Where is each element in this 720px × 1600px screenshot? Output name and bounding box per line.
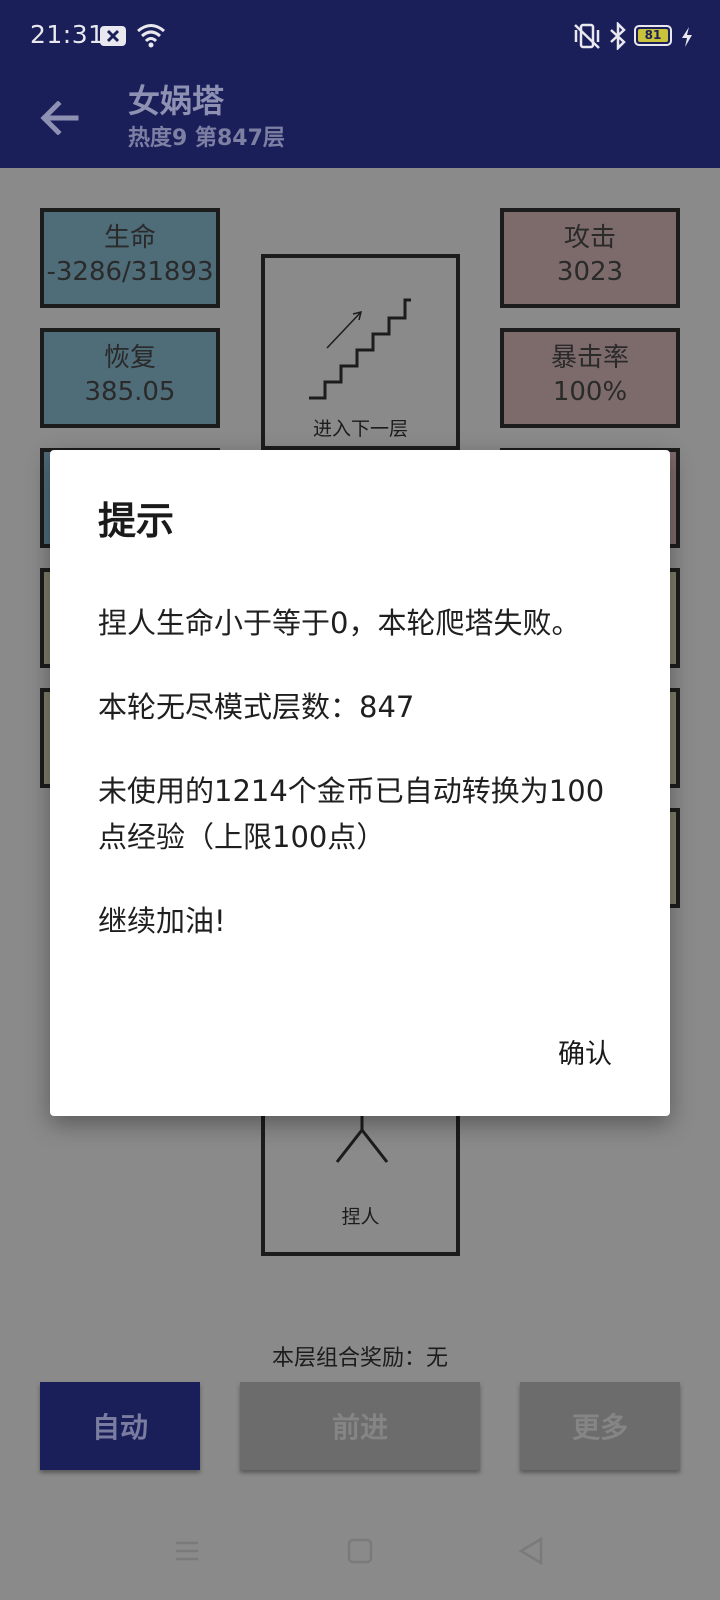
more-button[interactable]: 更多	[520, 1382, 680, 1470]
stat-crit-value: 100%	[552, 377, 628, 407]
stat-hp: 生命 -3286/31893	[40, 208, 220, 308]
next-floor-label: 进入下一层	[312, 418, 408, 440]
auto-button[interactable]: 自动	[40, 1382, 200, 1470]
dialog-title: 提示	[98, 499, 175, 543]
battery-level: 81	[638, 29, 668, 42]
combo-reward-text: 本层组合奖励：无	[271, 1346, 448, 1371]
forward-button[interactable]: 前进	[240, 1382, 480, 1470]
charging-icon	[682, 27, 692, 47]
stat-regen: 恢复 385.05	[40, 328, 220, 428]
dialog-paragraph: 捏人生命小于等于0，本轮爬塔失败。	[98, 606, 581, 640]
page-title: 女娲塔	[128, 82, 225, 120]
stairs-icon	[309, 298, 411, 400]
alert-dialog: 提示 捏人生命小于等于0，本轮爬塔失败。 本轮无尽模式层数：847 未使用的12…	[50, 450, 670, 1116]
menu-icon[interactable]	[174, 1538, 200, 1564]
stat-crit-label: 暴击率	[550, 343, 629, 373]
wifi-icon	[137, 24, 165, 48]
dialog-message: 捏人生命小于等于0，本轮爬塔失败。 本轮无尽模式层数：847 未使用的1214个…	[98, 600, 618, 982]
stat-attack-value: 3023	[556, 257, 624, 287]
status-time: 21:31	[30, 20, 105, 49]
app-bar: 女娲塔 热度9 第847层	[0, 70, 720, 168]
next-floor-button[interactable]: 进入下一层	[261, 254, 460, 450]
stat-hp-value: -3286/31893	[46, 257, 214, 287]
player-label: 捏人	[341, 1206, 380, 1228]
stat-regen-label: 恢复	[103, 343, 156, 373]
stat-attack-label: 攻击	[563, 223, 616, 253]
home-icon[interactable]	[347, 1538, 373, 1564]
back-nav-icon[interactable]	[518, 1537, 544, 1565]
back-button[interactable]	[30, 88, 90, 148]
stat-regen-value: 385.05	[84, 377, 176, 407]
arrow-left-icon	[40, 101, 79, 135]
confirm-button[interactable]: 确认	[558, 1032, 612, 1071]
stat-crit: 暴击率 100%	[500, 328, 680, 428]
notification-icon	[100, 26, 126, 46]
battery-icon: 81	[634, 25, 672, 46]
dialog-paragraph: 未使用的1214个金币已自动转换为100点经验（上限100点）	[98, 774, 605, 854]
stat-hp-label: 生命	[103, 223, 156, 253]
dialog-paragraph: 继续加油!	[98, 904, 226, 938]
dialog-paragraph: 本轮无尽模式层数：847	[98, 690, 415, 724]
system-nav-bar	[0, 1500, 720, 1600]
status-bar: 21:31 81	[0, 0, 720, 70]
bluetooth-icon	[610, 22, 626, 50]
page-subtitle: 热度9 第847层	[128, 126, 285, 151]
stat-attack: 攻击 3023	[500, 208, 680, 308]
vibrate-icon	[574, 23, 600, 49]
